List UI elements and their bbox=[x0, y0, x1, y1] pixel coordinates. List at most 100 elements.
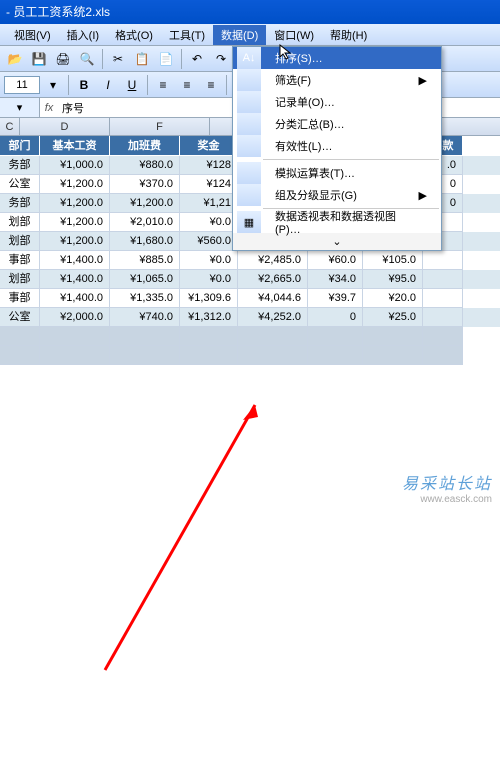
cell[interactable]: 划部 bbox=[0, 232, 40, 251]
save-icon[interactable]: 💾 bbox=[28, 48, 50, 70]
menu-window[interactable]: 窗口(W) bbox=[266, 25, 322, 45]
table-row[interactable]: 事部¥1,400.0¥1,335.0¥1,309.6¥4,044.6¥39.7¥… bbox=[0, 289, 500, 308]
cell[interactable]: ¥1,200.0 bbox=[40, 175, 110, 194]
open-icon[interactable]: 📂 bbox=[4, 48, 26, 70]
cell[interactable]: 划部 bbox=[0, 213, 40, 232]
menu-item-group[interactable]: 组及分级显示(G)▶ bbox=[233, 184, 441, 206]
cell[interactable] bbox=[423, 308, 463, 327]
align-center-icon[interactable]: ≡ bbox=[176, 74, 198, 96]
menu-item-validation[interactable]: 有效性(L)… bbox=[233, 135, 441, 157]
menu-item-filter[interactable]: 筛选(F)▶ bbox=[233, 69, 441, 91]
col-header[interactable]: F bbox=[110, 118, 210, 135]
cell[interactable]: ¥105.0 bbox=[363, 251, 423, 270]
cell[interactable]: ¥0.0 bbox=[180, 213, 238, 232]
cell[interactable]: ¥1,200.0 bbox=[40, 232, 110, 251]
cell[interactable]: ¥740.0 bbox=[110, 308, 180, 327]
cell[interactable]: ¥1,065.0 bbox=[110, 270, 180, 289]
align-left-icon[interactable]: ≡ bbox=[152, 74, 174, 96]
cell[interactable]: ¥128 bbox=[180, 156, 238, 175]
cell[interactable]: ¥1,21 bbox=[180, 194, 238, 213]
cell[interactable]: ¥560.0 bbox=[180, 232, 238, 251]
cell[interactable]: ¥0.0 bbox=[180, 251, 238, 270]
cell[interactable]: ¥2,665.0 bbox=[238, 270, 308, 289]
header-cell[interactable]: 基本工资 bbox=[40, 136, 110, 156]
cell[interactable]: 务部 bbox=[0, 194, 40, 213]
cell[interactable] bbox=[423, 289, 463, 308]
menu-view[interactable]: 视图(V) bbox=[6, 25, 59, 45]
header-cell[interactable]: 加班费 bbox=[110, 136, 180, 156]
cell[interactable]: ¥0.0 bbox=[180, 270, 238, 289]
copy-icon[interactable]: 📋 bbox=[131, 48, 153, 70]
cut-icon[interactable]: ✂ bbox=[107, 48, 129, 70]
cell[interactable] bbox=[423, 251, 463, 270]
cell[interactable]: ¥1,000.0 bbox=[40, 156, 110, 175]
cell[interactable]: ¥95.0 bbox=[363, 270, 423, 289]
cell[interactable]: ¥1,680.0 bbox=[110, 232, 180, 251]
menu-help[interactable]: 帮助(H) bbox=[322, 25, 375, 45]
table-row[interactable]: 公室¥2,000.0¥740.0¥1,312.0¥4,252.00¥25.0 bbox=[0, 308, 500, 327]
cell[interactable]: ¥1,309.6 bbox=[180, 289, 238, 308]
table-row[interactable] bbox=[0, 327, 500, 346]
cell[interactable]: ¥4,044.6 bbox=[238, 289, 308, 308]
col-header[interactable]: C bbox=[0, 118, 20, 135]
italic-button[interactable]: I bbox=[97, 74, 119, 96]
table-row[interactable] bbox=[0, 346, 500, 365]
cell[interactable]: 务部 bbox=[0, 156, 40, 175]
cell[interactable]: ¥885.0 bbox=[110, 251, 180, 270]
cell[interactable]: ¥370.0 bbox=[110, 175, 180, 194]
menu-item-subtotal[interactable]: 分类汇总(B)… bbox=[233, 113, 441, 135]
dropdown-icon[interactable]: ▾ bbox=[42, 74, 64, 96]
cell[interactable]: 公室 bbox=[0, 308, 40, 327]
cell[interactable]: ¥1,200.0 bbox=[40, 213, 110, 232]
cell[interactable]: ¥1,400.0 bbox=[40, 289, 110, 308]
header-cell[interactable]: 奖金 bbox=[180, 136, 238, 156]
cell[interactable]: ¥2,010.0 bbox=[110, 213, 180, 232]
cell[interactable]: ¥1,312.0 bbox=[180, 308, 238, 327]
undo-icon[interactable]: ↶ bbox=[186, 48, 208, 70]
cell[interactable]: 公室 bbox=[0, 175, 40, 194]
fx-icon[interactable]: fx bbox=[40, 98, 58, 117]
menu-item-sort[interactable]: A↓ 排序(S)… bbox=[233, 47, 441, 69]
menu-data[interactable]: 数据(D) bbox=[213, 25, 266, 45]
menu-format[interactable]: 格式(O) bbox=[107, 25, 161, 45]
print-icon[interactable]: 🖨 bbox=[52, 48, 74, 70]
cell[interactable]: ¥1,200.0 bbox=[110, 194, 180, 213]
bold-button[interactable]: B bbox=[73, 74, 95, 96]
menu-item-pivot[interactable]: ▦ 数据透视表和数据透视图(P)… bbox=[233, 211, 441, 233]
header-cell[interactable]: 部门 bbox=[0, 136, 40, 156]
cell[interactable] bbox=[423, 270, 463, 289]
cell[interactable]: 0 bbox=[308, 308, 363, 327]
cell[interactable]: ¥2,000.0 bbox=[40, 308, 110, 327]
cell[interactable]: ¥60.0 bbox=[308, 251, 363, 270]
name-box[interactable]: ▾ bbox=[0, 98, 40, 117]
font-size-input[interactable] bbox=[4, 76, 40, 94]
cell[interactable]: ¥2,485.0 bbox=[238, 251, 308, 270]
cell[interactable]: 事部 bbox=[0, 251, 40, 270]
cell[interactable]: ¥1,400.0 bbox=[40, 270, 110, 289]
align-right-icon[interactable]: ≡ bbox=[200, 74, 222, 96]
cell[interactable]: ¥1,335.0 bbox=[110, 289, 180, 308]
cell[interactable]: ¥1,200.0 bbox=[40, 194, 110, 213]
cell[interactable]: ¥25.0 bbox=[363, 308, 423, 327]
cell[interactable]: ¥4,252.0 bbox=[238, 308, 308, 327]
cell[interactable]: ¥880.0 bbox=[110, 156, 180, 175]
cell[interactable]: ¥34.0 bbox=[308, 270, 363, 289]
menu-item-form[interactable]: 记录单(O)… bbox=[233, 91, 441, 113]
cell[interactable]: ¥20.0 bbox=[363, 289, 423, 308]
cell[interactable]: ¥1,400.0 bbox=[40, 251, 110, 270]
menu-insert[interactable]: 插入(I) bbox=[59, 25, 107, 45]
redo-icon[interactable]: ↷ bbox=[210, 48, 232, 70]
underline-button[interactable]: U bbox=[121, 74, 143, 96]
preview-icon[interactable]: 🔍 bbox=[76, 48, 98, 70]
col-header[interactable]: D bbox=[20, 118, 110, 135]
cell[interactable]: ¥39.7 bbox=[308, 289, 363, 308]
table-row[interactable]: 事部¥1,400.0¥885.0¥0.0¥2,485.0¥60.0¥105.0 bbox=[0, 251, 500, 270]
table-row[interactable]: 划部¥1,400.0¥1,065.0¥0.0¥2,665.0¥34.0¥95.0 bbox=[0, 270, 500, 289]
cell[interactable]: ¥124 bbox=[180, 175, 238, 194]
sort-icon: A↓ bbox=[237, 47, 261, 69]
menu-item-table[interactable]: 模拟运算表(T)… bbox=[233, 162, 441, 184]
cell[interactable]: 划部 bbox=[0, 270, 40, 289]
paste-icon[interactable]: 📄 bbox=[155, 48, 177, 70]
menu-tools[interactable]: 工具(T) bbox=[161, 25, 213, 45]
cell[interactable]: 事部 bbox=[0, 289, 40, 308]
